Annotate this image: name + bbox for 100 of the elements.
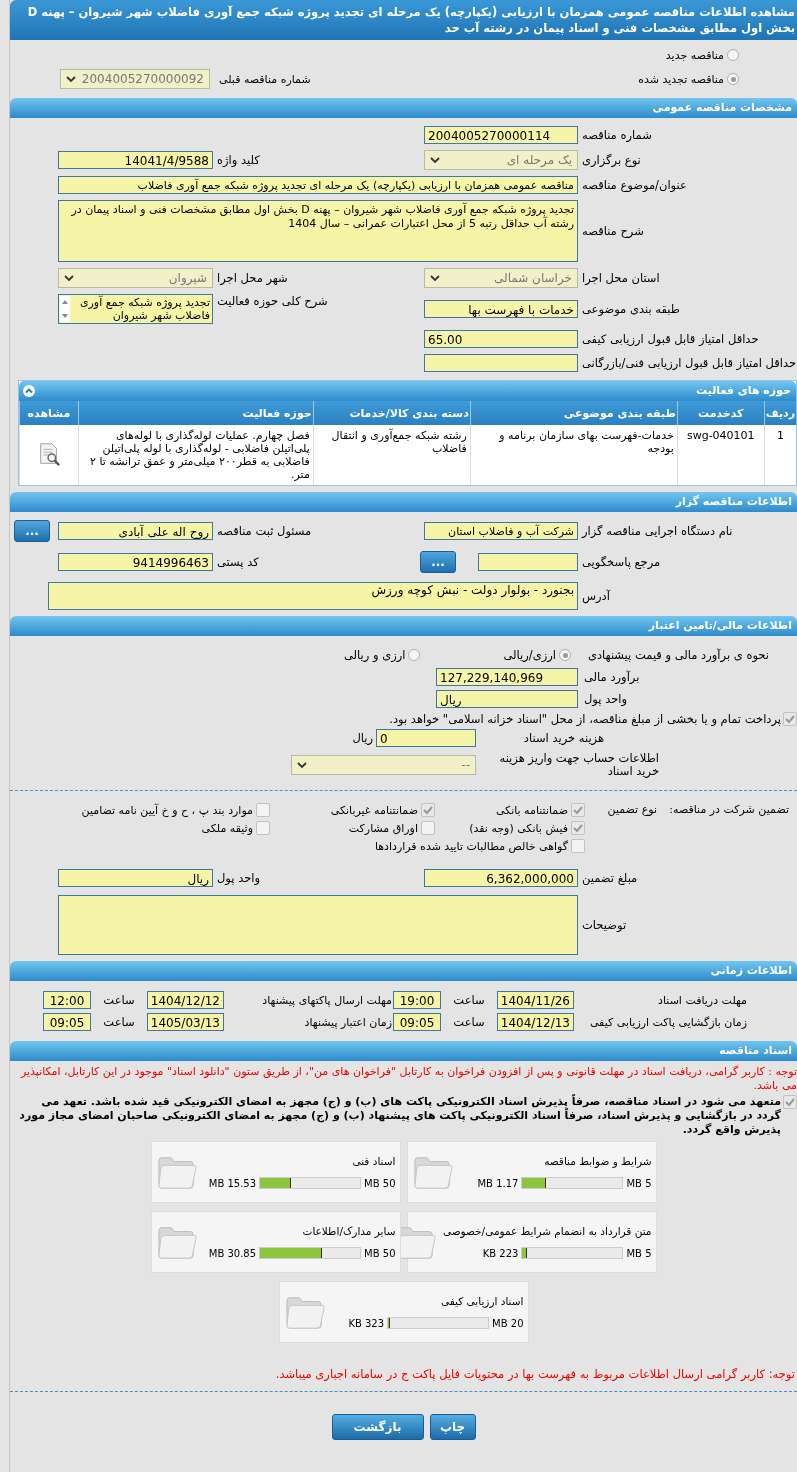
guarantee-amount-field[interactable]: 6,362,000,000 [424, 869, 578, 887]
action-button[interactable]: بازگشت [331, 1414, 424, 1440]
file-size: 30.85 MB [208, 1247, 257, 1259]
field-label: کد پستی [216, 555, 260, 569]
field-label: شماره مناقصه قبلی [219, 72, 311, 86]
checkbox-label: گواهی خالص مطالبات تایید شده قراردادها [374, 839, 568, 853]
page-title: مشاهده اطلاعات مناقصه عمومی همزمان با ارزیابی (یکپارچه) یک مرحله ای تجدید پروژه شبکه جمع آوری فاضلاب شهر شیروان – پهنه D بخش اول مطابق مشخصات فنی و اسناد پیمان در رشته آب حد [10, 0, 797, 40]
time-field[interactable]: 12:00 [43, 991, 91, 1009]
checkbox[interactable] [421, 821, 435, 835]
checkbox-label: فیش بانکی (وجه نقد) [469, 821, 568, 835]
action-button[interactable]: چاپ [429, 1414, 476, 1440]
responder-field[interactable] [478, 553, 578, 571]
time-field[interactable]: 09:05 [43, 1013, 91, 1031]
radio-label: مناقصه تجدید شده [638, 72, 724, 86]
max-size: 50 MB [364, 1177, 396, 1189]
column-header: کدخدمت [677, 401, 765, 425]
notes-field[interactable] [58, 895, 578, 955]
browse-button[interactable]: ... [14, 520, 50, 542]
field-label: نوع تضمین [607, 803, 657, 818]
category-field[interactable]: خدمات با فهرست بها [424, 300, 578, 318]
field-label: شرح کلی حوزه فعالیت [216, 294, 329, 308]
chevron-down-icon [430, 155, 440, 165]
radio-label: ارزی/ریالی [503, 648, 556, 662]
radio-button[interactable] [727, 49, 739, 61]
table-cell: رشته شبکه جمع‌آوری و انتقال فاضلاب [313, 425, 471, 485]
checkbox[interactable] [783, 1095, 797, 1109]
browse-button[interactable]: ... [420, 551, 456, 573]
max-size: 20 MB [492, 1317, 524, 1329]
table-cell: swg-040101 [677, 425, 765, 485]
table-cell: 1 [764, 425, 796, 485]
file-size: 1.17 MB [477, 1177, 519, 1189]
field-label: مهلت دریافت اسناد [657, 993, 747, 1007]
checkbox[interactable] [571, 821, 585, 835]
checkbox[interactable] [571, 803, 585, 817]
field-label: نوع برگزاری [581, 153, 642, 167]
scrollbar-icon [60, 296, 70, 322]
radio-button[interactable] [408, 649, 421, 661]
city-dropdown[interactable]: شیروان [58, 268, 213, 288]
field-label: مهلت ارسال پاکتهای پیشنهاد [261, 993, 392, 1007]
previous-tender-dropdown[interactable]: 2004005270000092 [60, 69, 210, 89]
holding-type-dropdown[interactable]: یک مرحله ای [424, 150, 578, 170]
commitment-text: متعهد می شود در اسناد مناقصه، صرفاً پذیرش اسناد الکترونیکی پاکت های (ب) و (ج) مجهز به امضای الکترونیکی قید شده باشد. تعهد می گردد در بازگشایی و پذیرش اسناد، صرفاً اسناد الکترونیکی پاکت های پیشنهاد (ب) و (ج) مجهز به امضای الکترونیکی صاحبان امضای مجاز مورد پذیرش واقع گردد. [18, 1095, 781, 1137]
subject-field[interactable]: مناقصه عمومی همزمان با ارزیابی (یکپارچه) یک مرحله ای تجدید پروژه شبکه جمع آوری فاضلاب [58, 176, 578, 194]
field-label: حداقل امتیاز قابل قبول ارزیابی کیفی [581, 332, 760, 346]
checkbox[interactable] [256, 821, 270, 835]
max-size: 5 MB [626, 1177, 652, 1189]
section-header: حوزه های فعالیت [19, 381, 796, 401]
section-header: اسناد مناقصه [10, 1041, 797, 1061]
date-field[interactable]: 1404/12/12 [147, 991, 224, 1009]
currency-field[interactable]: ریال [436, 690, 578, 708]
time-field[interactable]: 19:00 [393, 991, 441, 1009]
field-label: نام دستگاه اجرایی مناقصه گزار [580, 524, 734, 538]
file-name: اسناد ارزیابی کیفی [439, 1295, 524, 1307]
checkbox[interactable] [783, 712, 797, 726]
document-fee-field[interactable]: 0 [376, 729, 476, 747]
chevron-down-icon [430, 273, 440, 283]
checkbox-label: ضمانتنامه غیربانکی [330, 803, 418, 817]
section-header: اطلاعات زمانی [10, 961, 797, 981]
field-label: تضمین شرکت در مناقصه: [669, 803, 790, 818]
postal-code-field[interactable]: 9414996463 [58, 553, 213, 571]
file-name: اسناد فنی [351, 1155, 396, 1167]
activity-scope-listbox[interactable]: تجدید پروژه شبکه جمع آوری فاضلاب شهر شیروان [58, 294, 213, 324]
time-field[interactable]: 09:05 [393, 1013, 441, 1031]
date-field[interactable]: 1404/11/26 [497, 991, 574, 1009]
checkbox[interactable] [256, 803, 270, 817]
radio-button[interactable] [727, 73, 739, 85]
organization-field[interactable]: شرکت آب و فاضلاب استان [424, 522, 578, 540]
currency-field[interactable]: ریال [58, 869, 213, 887]
registrar-field[interactable]: روح اله علی آبادی [58, 522, 213, 540]
section-header: اطلاعات مناقصه گزار [10, 492, 797, 512]
unit-label: ریال [352, 731, 373, 745]
description-field[interactable]: تجدید پروژه شبکه جمع آوری فاضلاب شهر شیروان – پهنه D بخش اول مطابق مشخصات فنی و اسناد پیمان در رشته آب حداقل رتبه 5 از محل اعتبارات عمرانی – سال 1404 [58, 200, 578, 262]
radio-label: مناقصه جدید [665, 48, 724, 62]
field-label: ساعت [102, 1015, 136, 1029]
address-field[interactable]: بجنورد - بولوار دولت - نبش کوچه ورزش [48, 582, 578, 610]
field-label: طبقه بندی موضوعی [581, 302, 681, 316]
file-name: شرایط و ضوابط مناقصه [543, 1155, 652, 1167]
field-label: توضیحات [581, 918, 628, 932]
column-header: مشاهده [19, 401, 79, 425]
field-label: برآورد مالی [583, 670, 641, 684]
tender-number-field[interactable]: 2004005270000114 [424, 126, 578, 144]
checkbox-label: موارد بند پ ، ح و خ آیین نامه تضامین [81, 803, 253, 817]
quality-score-field[interactable]: 65.00 [424, 330, 578, 348]
fee-account-dropdown[interactable]: -- [291, 755, 476, 775]
estimate-field[interactable]: 127,229,140,969 [436, 668, 578, 686]
keyword-field[interactable]: 14041/4/9588 [58, 151, 213, 169]
date-field[interactable]: 1404/12/13 [497, 1013, 574, 1031]
field-label: هزینه خرید اسناد [522, 731, 605, 745]
checkbox[interactable] [571, 839, 585, 853]
checkbox[interactable] [421, 803, 435, 817]
technical-score-field[interactable] [424, 354, 578, 372]
collapse-icon[interactable] [23, 385, 35, 397]
file-name: متن قرارداد به انضمام شرایط عمومی/خصوصی [442, 1225, 652, 1237]
date-field[interactable]: 1405/03/13 [147, 1013, 224, 1031]
province-dropdown[interactable]: خراسان شمالی [424, 268, 578, 288]
file-size: 15.53 MB [208, 1177, 257, 1189]
field-label: شماره مناقصه [581, 128, 653, 142]
chevron-down-icon [297, 760, 307, 770]
radio-button[interactable] [559, 649, 571, 661]
field-label: واحد پول [216, 871, 262, 885]
